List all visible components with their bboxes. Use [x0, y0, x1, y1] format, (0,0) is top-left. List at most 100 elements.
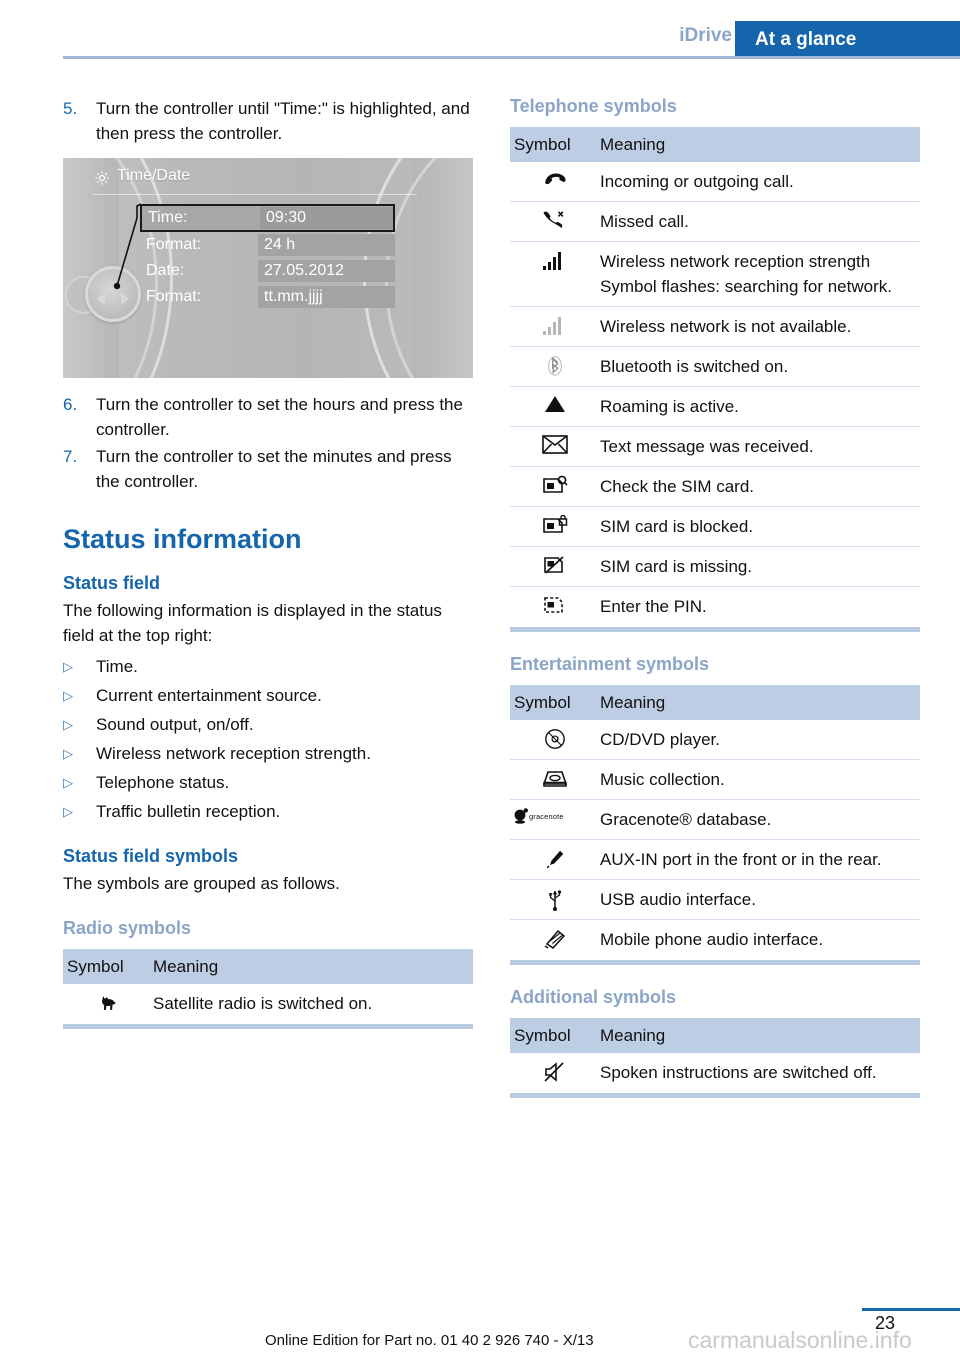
idrive-row-label: Date:	[146, 262, 185, 279]
idrive-row-value: 24 h	[258, 234, 395, 256]
edition-notice: Online Edition for Part no. 01 40 2 926 …	[265, 1332, 594, 1349]
idrive-row-label: Format:	[146, 288, 202, 305]
symbol-cell	[510, 209, 600, 232]
page-header: iDrive At a glance	[0, 0, 960, 62]
subheading-entertainment-symbols: Entertainment symbols	[510, 654, 710, 674]
column-header-meaning: Meaning	[153, 956, 219, 976]
meaning-cell: Check the SIM card.	[600, 477, 755, 496]
step-text: Turn the controller to set the hours and…	[96, 395, 463, 439]
step-item: 7. Turn the controller to set the minute…	[63, 444, 473, 494]
phone-handset-icon	[545, 173, 566, 185]
entertainment-symbols-table: Symbol Meaning CD/DVD player. Music coll…	[510, 685, 920, 965]
meaning-cell: Roaming is active.	[600, 397, 739, 416]
list-item: ▷ Time.	[63, 654, 473, 679]
meaning-cell: Satellite radio is switched on.	[153, 994, 373, 1013]
symbol-cell	[510, 394, 600, 413]
list-item-label: Wireless network reception strength.	[96, 744, 371, 763]
table-row: Missed call.	[510, 202, 920, 242]
meaning-cell: Spoken instructions are switched off.	[600, 1063, 877, 1082]
envelope-icon	[542, 435, 568, 454]
table-row: Spoken instructions are switched off.	[510, 1053, 920, 1093]
idrive-title-divider	[93, 194, 417, 195]
idrive-row-date[interactable]: Date: 27.05.2012	[140, 258, 395, 284]
meaning-cell: Incoming or outgoing call.	[600, 172, 794, 191]
idrive-row-list: Time: 09:30 Format: 24 h Date: 27.05.201…	[140, 204, 395, 310]
satellite-radio-dog-icon	[102, 996, 116, 1010]
roaming-triangle-icon	[545, 396, 565, 412]
symbol-cell	[63, 991, 153, 1014]
meaning-cell: SIM card is blocked.	[600, 517, 754, 536]
column-header-symbol: Symbol	[514, 1025, 571, 1045]
table-row: Satellite radio is switched on.	[63, 984, 473, 1024]
header-section-label: At a glance	[755, 29, 857, 50]
list-item: ▷ Wireless network reception strength.	[63, 741, 473, 766]
table-row: Wireless network reception strength Symb…	[510, 242, 920, 307]
symbol-cell	[510, 249, 600, 270]
list-item-label: Current entertainment source.	[96, 686, 322, 705]
step-text: Turn the controller until "Time:" is hig…	[96, 99, 470, 143]
meaning-cell: Wireless network reception strength Symb…	[600, 252, 892, 296]
subheading-telephone-symbols: Telephone symbols	[510, 96, 677, 116]
signal-bars-full-icon	[543, 252, 561, 270]
telephone-symbols-table: Symbol Meaning Incoming or outgoing call…	[510, 127, 920, 632]
symbol-cell	[510, 514, 600, 535]
idrive-screen-illustration: Time/Date Time: 09:30 Format: 24 h Date:…	[63, 158, 473, 378]
triangle-bullet-icon: ▷	[63, 775, 73, 790]
list-item: ▷ Telephone status.	[63, 770, 473, 795]
left-column: 5. Turn the controller until "Time:" is …	[63, 96, 473, 1031]
symbol-cell	[510, 594, 600, 615]
table-row: Music collection.	[510, 760, 920, 800]
status-field-intro-text: The following information is displayed i…	[63, 601, 442, 645]
sim-missing-icon	[544, 556, 564, 574]
table-row: Wireless network is not available.	[510, 307, 920, 347]
symbol-cell	[510, 314, 600, 335]
right-column: Telephone symbols Symbol Meaning Incomin…	[510, 96, 920, 1100]
table-row: SIM card is missing.	[510, 547, 920, 587]
step-item: 5. Turn the controller until "Time:" is …	[63, 96, 473, 146]
controller-knob-icon	[85, 266, 141, 322]
symbol-cell	[510, 354, 600, 377]
additional-symbols-table: Symbol Meaning Spoken instructions are s…	[510, 1018, 920, 1098]
header-divider	[63, 56, 960, 59]
table-header-row: Symbol Meaning	[510, 127, 920, 162]
arrow-right-icon	[121, 293, 129, 305]
symbol-cell	[510, 434, 600, 454]
idrive-right-shade	[413, 158, 473, 378]
music-collection-icon	[542, 771, 568, 787]
symbol-cell: gracenote	[510, 807, 600, 824]
idrive-row-format-date[interactable]: Format: tt.mm.jjjj	[140, 284, 395, 310]
meaning-cell: Missed call.	[600, 212, 689, 231]
subheading-status-field-symbols: Status field symbols	[63, 846, 239, 866]
watermark-text: carmanualsonline.info	[688, 1327, 912, 1353]
signal-bars-gray-icon	[543, 317, 561, 335]
mobile-phone-audio-icon	[544, 929, 566, 949]
idrive-row-format-time[interactable]: Format: 24 h	[140, 232, 395, 258]
table-row: SIM card is blocked.	[510, 507, 920, 547]
symbol-cell	[510, 767, 600, 788]
step-item: 6. Turn the controller to set the hours …	[63, 392, 473, 442]
symbol-cell	[510, 727, 600, 750]
list-item-label: Traffic bulletin reception.	[96, 802, 281, 821]
svg-text:gracenote: gracenote	[529, 812, 564, 821]
section-heading-status-information: Status information	[63, 524, 302, 554]
meaning-cell: SIM card is missing.	[600, 557, 753, 576]
step-number: 6.	[63, 395, 78, 414]
list-item: ▷ Sound output, on/off.	[63, 712, 473, 737]
missed-call-icon	[543, 211, 564, 228]
symbol-cell	[510, 847, 600, 870]
header-section-badge: At a glance	[735, 21, 960, 59]
idrive-row-label: Time:	[148, 209, 188, 226]
meaning-cell: Music collection.	[600, 770, 725, 789]
gracenote-logo-icon: gracenote	[514, 808, 564, 824]
table-row: USB audio interface.	[510, 880, 920, 920]
meaning-cell: CD/DVD player.	[600, 730, 720, 749]
usb-icon	[549, 890, 562, 911]
gear-icon	[95, 171, 109, 185]
symbol-cell	[510, 927, 600, 950]
triangle-bullet-icon: ▷	[63, 746, 73, 761]
meaning-cell: Bluetooth is switched on.	[600, 357, 789, 376]
idrive-row-time[interactable]: Time: 09:30	[140, 204, 395, 232]
status-field-bullet-list: ▷ Time. ▷ Current entertainment source. …	[63, 654, 473, 824]
symbol-cell	[510, 474, 600, 495]
step-text: Turn the controller to set the minutes a…	[96, 447, 452, 491]
